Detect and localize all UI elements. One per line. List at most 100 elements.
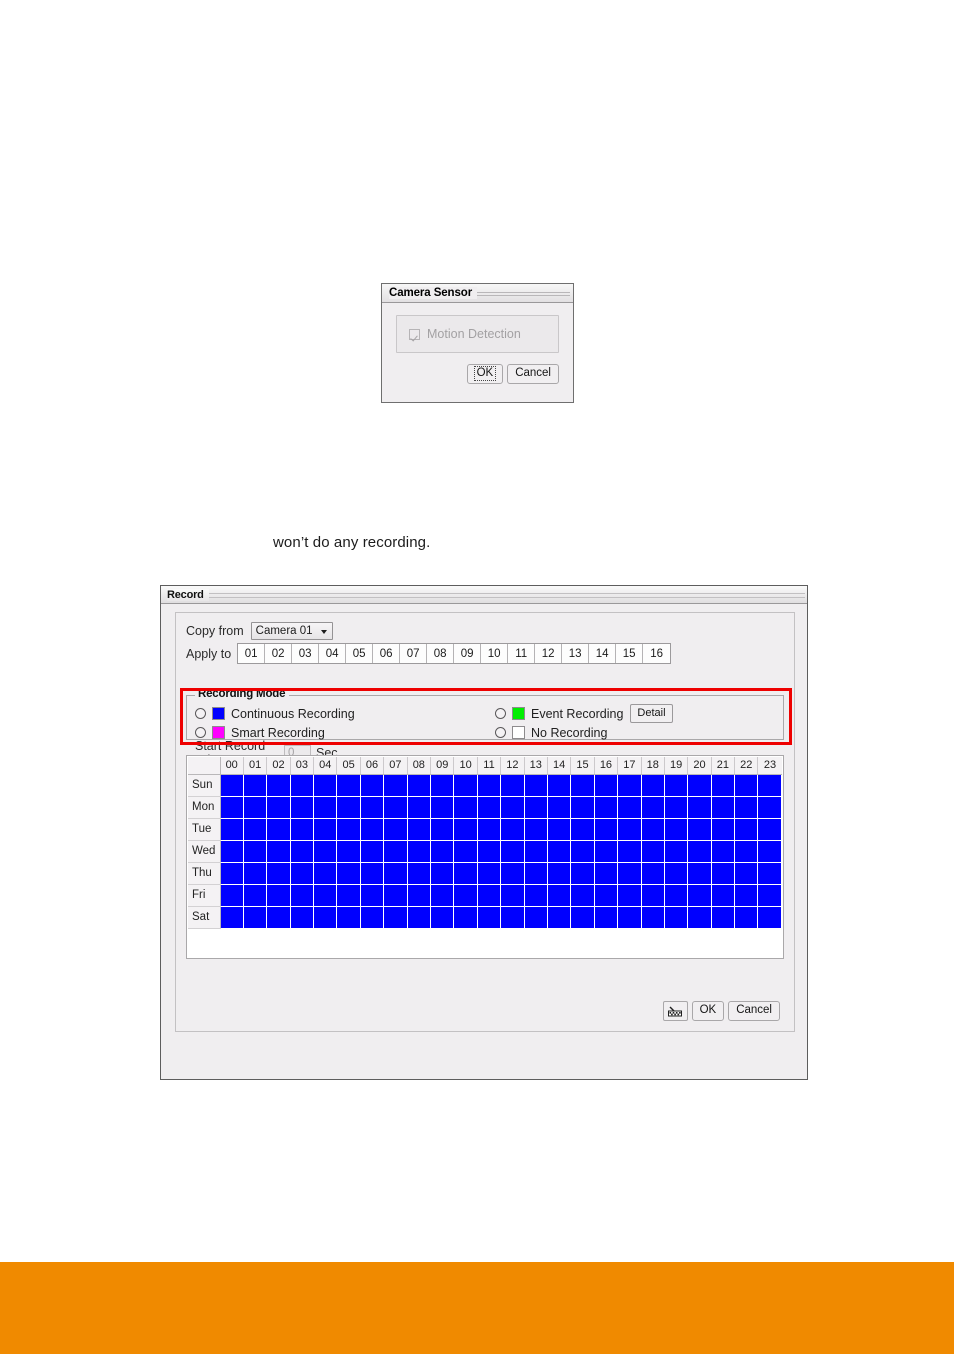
schedule-cell-thu-20[interactable]	[687, 862, 712, 885]
schedule-cell-thu-14[interactable]	[547, 862, 572, 885]
schedule-cell-sat-00[interactable]	[220, 906, 244, 929]
schedule-cell-fri-00[interactable]	[220, 884, 244, 907]
apply-to-camera-09[interactable]: 09	[454, 644, 482, 663]
schedule-cell-sun-02[interactable]	[266, 774, 291, 797]
schedule-cell-wed-08[interactable]	[407, 840, 432, 863]
schedule-cell-mon-13[interactable]	[524, 796, 548, 819]
schedule-cell-mon-20[interactable]	[687, 796, 712, 819]
schedule-day-label-thu[interactable]: Thu	[188, 862, 221, 885]
schedule-cell-sun-09[interactable]	[430, 774, 455, 797]
schedule-cell-sun-13[interactable]	[524, 774, 548, 797]
schedule-cell-tue-00[interactable]	[220, 818, 244, 841]
schedule-cell-wed-01[interactable]	[243, 840, 268, 863]
schedule-cell-sun-19[interactable]	[664, 774, 689, 797]
schedule-cell-wed-05[interactable]	[336, 840, 361, 863]
schedule-hour-10[interactable]: 10	[453, 757, 478, 775]
schedule-cell-fri-14[interactable]	[547, 884, 572, 907]
schedule-cell-fri-01[interactable]	[243, 884, 268, 907]
apply-to-camera-03[interactable]: 03	[292, 644, 320, 663]
schedule-cell-fri-02[interactable]	[266, 884, 291, 907]
apply-to-camera-16[interactable]: 16	[643, 644, 671, 663]
schedule-cell-sat-02[interactable]	[266, 906, 291, 929]
schedule-cell-fri-08[interactable]	[407, 884, 432, 907]
schedule-cell-sat-03[interactable]	[290, 906, 315, 929]
schedule-hour-12[interactable]: 12	[500, 757, 525, 775]
schedule-cell-sat-15[interactable]	[570, 906, 595, 929]
schedule-cell-wed-18[interactable]	[641, 840, 665, 863]
schedule-hour-11[interactable]: 11	[477, 757, 502, 775]
schedule-cell-fri-11[interactable]	[477, 884, 502, 907]
schedule-cell-wed-16[interactable]	[594, 840, 619, 863]
schedule-cell-thu-17[interactable]	[617, 862, 642, 885]
schedule-cell-thu-10[interactable]	[453, 862, 478, 885]
schedule-cell-tue-06[interactable]	[360, 818, 385, 841]
schedule-cell-sat-16[interactable]	[594, 906, 619, 929]
schedule-cell-mon-11[interactable]	[477, 796, 502, 819]
schedule-cell-fri-13[interactable]	[524, 884, 548, 907]
schedule-cell-sat-17[interactable]	[617, 906, 642, 929]
schedule-hour-05[interactable]: 05	[336, 757, 361, 775]
apply-to-camera-13[interactable]: 13	[562, 644, 590, 663]
schedule-cell-thu-00[interactable]	[220, 862, 244, 885]
schedule-cell-fri-04[interactable]	[313, 884, 338, 907]
schedule-cell-sat-22[interactable]	[734, 906, 759, 929]
schedule-cell-tue-17[interactable]	[617, 818, 642, 841]
schedule-cell-fri-16[interactable]	[594, 884, 619, 907]
schedule-hour-16[interactable]: 16	[594, 757, 619, 775]
schedule-hour-21[interactable]: 21	[711, 757, 736, 775]
option-no-recording[interactable]: No Recording	[495, 723, 785, 742]
schedule-cell-sun-06[interactable]	[360, 774, 385, 797]
apply-to-camera-11[interactable]: 11	[508, 644, 536, 663]
schedule-cell-wed-14[interactable]	[547, 840, 572, 863]
schedule-cell-wed-21[interactable]	[711, 840, 736, 863]
schedule-cell-sat-01[interactable]	[243, 906, 268, 929]
schedule-hour-03[interactable]: 03	[290, 757, 315, 775]
schedule-cell-wed-17[interactable]	[617, 840, 642, 863]
schedule-cell-tue-22[interactable]	[734, 818, 759, 841]
schedule-cell-thu-15[interactable]	[570, 862, 595, 885]
schedule-cell-mon-23[interactable]	[757, 796, 782, 819]
schedule-cell-fri-19[interactable]	[664, 884, 689, 907]
camera-sensor-ok-button[interactable]: OK	[466, 364, 504, 385]
schedule-cell-wed-11[interactable]	[477, 840, 502, 863]
record-ok-button[interactable]: OK	[691, 1001, 725, 1021]
schedule-cell-tue-19[interactable]	[664, 818, 689, 841]
schedule-hour-23[interactable]: 23	[757, 757, 782, 775]
schedule-cell-wed-19[interactable]	[664, 840, 689, 863]
apply-to-camera-01[interactable]: 01	[238, 644, 266, 663]
schedule-cell-sun-21[interactable]	[711, 774, 736, 797]
schedule-cell-fri-10[interactable]	[453, 884, 478, 907]
schedule-cell-thu-06[interactable]	[360, 862, 385, 885]
schedule-cell-tue-11[interactable]	[477, 818, 502, 841]
schedule-cell-sat-12[interactable]	[500, 906, 525, 929]
schedule-cell-thu-04[interactable]	[313, 862, 338, 885]
schedule-cell-sun-01[interactable]	[243, 774, 268, 797]
schedule-hour-00[interactable]: 00	[220, 757, 244, 775]
schedule-day-label-fri[interactable]: Fri	[188, 884, 221, 907]
schedule-cell-mon-01[interactable]	[243, 796, 268, 819]
schedule-cell-sat-10[interactable]	[453, 906, 478, 929]
schedule-cell-wed-04[interactable]	[313, 840, 338, 863]
schedule-cell-mon-06[interactable]	[360, 796, 385, 819]
recording-schedule-grid[interactable]: 00 01 02 03 04 05 06 07 08 09 10 11 12 13 14 15 16 17 18 19…	[186, 755, 784, 959]
schedule-hour-19[interactable]: 19	[664, 757, 689, 775]
schedule-hour-20[interactable]: 20	[687, 757, 712, 775]
schedule-cell-tue-04[interactable]	[313, 818, 338, 841]
radio-no-recording[interactable]	[495, 727, 506, 738]
schedule-cell-sun-20[interactable]	[687, 774, 712, 797]
schedule-cell-tue-10[interactable]	[453, 818, 478, 841]
schedule-cell-sat-11[interactable]	[477, 906, 502, 929]
schedule-cell-tue-01[interactable]	[243, 818, 268, 841]
event-detail-button[interactable]: Detail	[630, 704, 673, 723]
apply-to-camera-14[interactable]: 14	[589, 644, 617, 663]
schedule-cell-mon-04[interactable]	[313, 796, 338, 819]
schedule-cell-fri-03[interactable]	[290, 884, 315, 907]
schedule-cell-thu-05[interactable]	[336, 862, 361, 885]
schedule-cell-sun-23[interactable]	[757, 774, 782, 797]
schedule-cell-thu-12[interactable]	[500, 862, 525, 885]
apply-to-camera-04[interactable]: 04	[319, 644, 347, 663]
schedule-eraser-button[interactable]	[662, 1001, 688, 1021]
schedule-hour-04[interactable]: 04	[313, 757, 338, 775]
schedule-cell-thu-19[interactable]	[664, 862, 689, 885]
apply-to-camera-10[interactable]: 10	[481, 644, 509, 663]
